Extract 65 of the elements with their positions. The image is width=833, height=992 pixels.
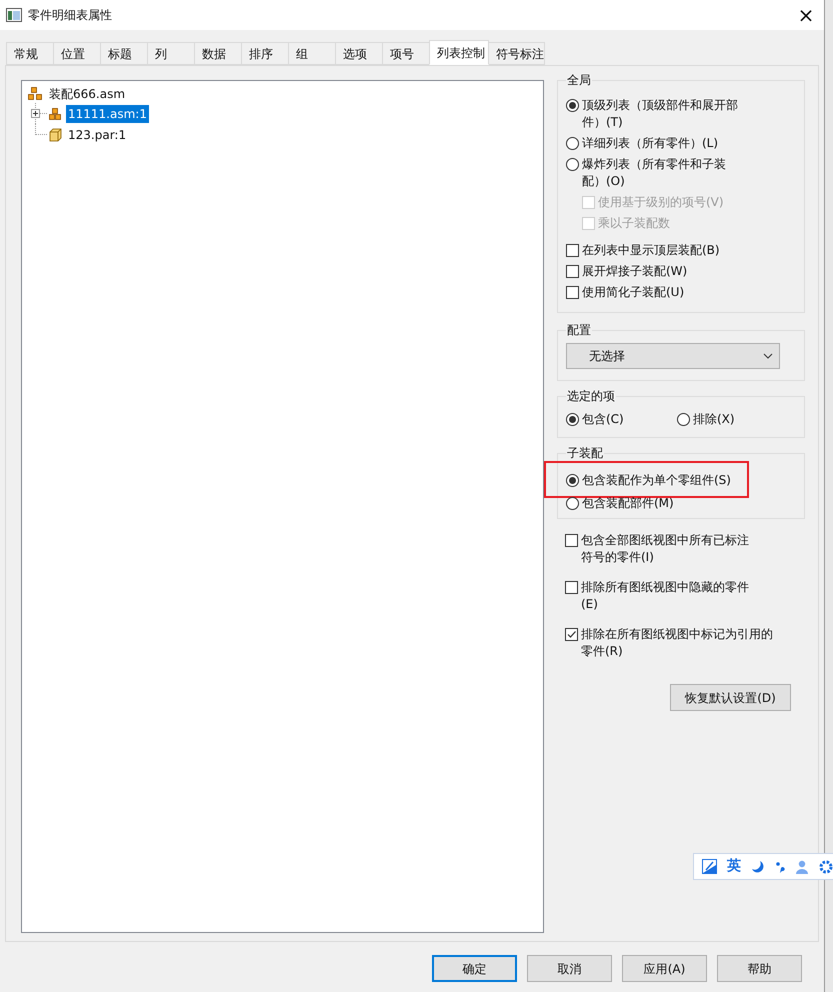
option-label: 排除在所有图纸视图中标记为引用的零件(R) [581, 626, 774, 660]
group-title: 全局 [566, 72, 592, 88]
option-label: 详细列表（所有零件）(L) [582, 135, 720, 152]
group-title: 选定的项 [566, 388, 616, 404]
checkbox[interactable] [566, 265, 579, 278]
tab[interactable]: 符号标注 [488, 42, 545, 65]
radio-button[interactable] [566, 474, 579, 487]
radio-button[interactable] [566, 413, 579, 426]
tab[interactable]: 排序 [241, 42, 289, 65]
checkbox[interactable] [565, 628, 578, 641]
radio-button[interactable] [566, 158, 579, 171]
chevron-down-icon [763, 353, 773, 359]
tab[interactable]: 标题 [100, 42, 148, 65]
option-label: 包含(C) [582, 411, 624, 428]
option-label: 爆炸列表（所有零件和子装配）(O) [582, 156, 727, 190]
option-label: 包含装配作为单个零组件(S) [582, 472, 731, 489]
tab[interactable]: 选项 [335, 42, 383, 65]
dropdown[interactable]: 无选择 [566, 343, 780, 369]
language-toggle[interactable]: 英 [727, 856, 741, 877]
assembly-icon [27, 86, 43, 102]
option-label: 包含装配部件(M) [582, 495, 674, 512]
window-title: 零件明细表属性 [28, 7, 112, 24]
radio-button[interactable] [566, 99, 579, 112]
window-icon [6, 8, 22, 22]
option-label: 展开焊接子装配(W) [582, 263, 688, 280]
dialog-button[interactable]: 取消 [527, 955, 612, 982]
tree-item[interactable]: 123.par:1 [66, 126, 128, 144]
tab[interactable]: 列 [147, 42, 195, 65]
dialog-button[interactable]: 帮助 [717, 955, 802, 982]
tab[interactable]: 组 [288, 42, 336, 65]
tab[interactable]: 位置 [53, 42, 101, 65]
tab[interactable]: 常规 [6, 42, 54, 65]
radio-button[interactable] [566, 497, 579, 510]
tab[interactable]: 列表控制 [429, 40, 489, 65]
tree-item[interactable]: 11111.asm:1 [66, 104, 149, 122]
option-label: 包含全部图纸视图中所有已标注符号的零件(I) [581, 532, 750, 566]
restore-defaults-button[interactable]: 恢复默认设置(D) [670, 684, 791, 711]
checkbox[interactable] [566, 286, 579, 299]
option-label: 在列表中显示顶层装配(B) [582, 242, 721, 259]
option-label: 排除所有图纸视图中隐藏的零件(E) [581, 579, 750, 613]
moon-icon[interactable] [751, 860, 765, 874]
tree-item[interactable]: 装配666.asm [47, 85, 128, 103]
pen-icon[interactable] [702, 859, 717, 874]
cube-icon [47, 126, 63, 142]
checkbox[interactable] [565, 534, 578, 547]
option-label: 顶级列表（顶级部件和展开部件）(T) [582, 97, 739, 131]
group-title: 子装配 [566, 445, 604, 461]
radio-button[interactable] [677, 413, 690, 426]
option-label: 使用简化子装配(U) [582, 284, 686, 301]
assembly-icon [47, 106, 63, 122]
gear-icon[interactable] [819, 860, 833, 874]
tab[interactable]: 项号 [382, 42, 430, 65]
tab[interactable]: 数据 [194, 42, 242, 65]
option-label: 使用基于级别的项号(V) [598, 194, 724, 211]
checkbox[interactable] [566, 244, 579, 257]
checkbox[interactable] [565, 581, 578, 594]
group-title: 配置 [566, 322, 592, 338]
expand-icon[interactable] [31, 109, 40, 118]
dialog-button[interactable]: 应用(A) [622, 955, 707, 982]
dialog-button[interactable]: 确定 [432, 955, 517, 982]
punctuation-icon[interactable] [775, 860, 785, 874]
option-label: 排除(X) [693, 411, 735, 428]
option-label: 乘以子装配数 [598, 215, 670, 232]
radio-button[interactable] [566, 137, 579, 150]
close-button[interactable]: × [791, 0, 821, 30]
